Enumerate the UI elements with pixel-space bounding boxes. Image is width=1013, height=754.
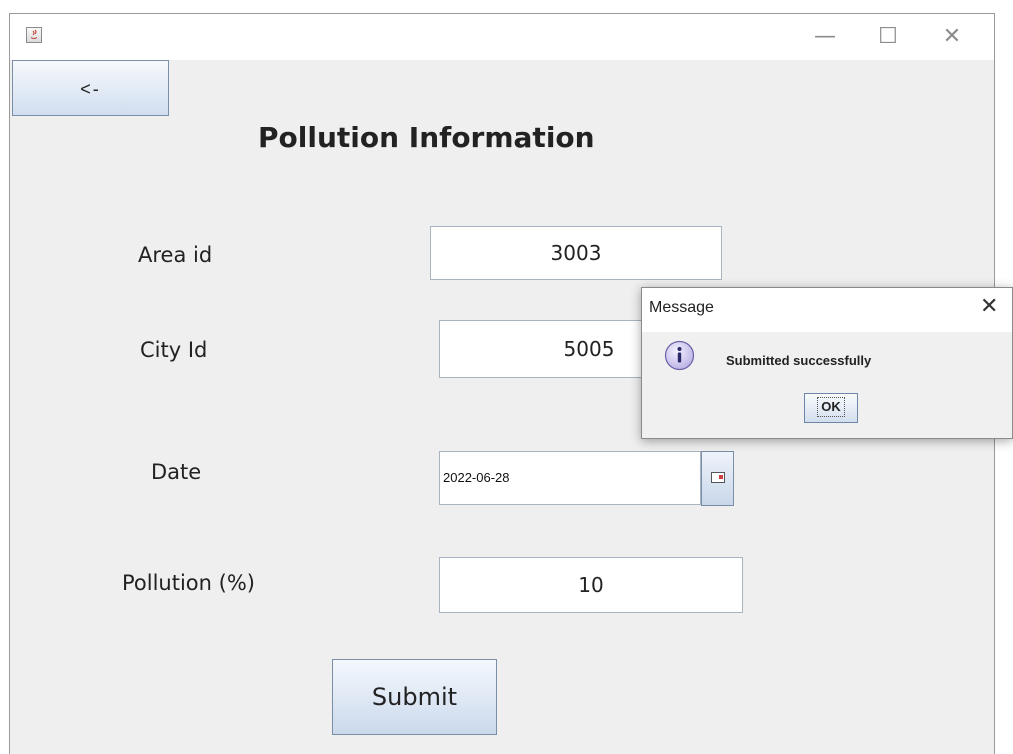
page-title: Pollution Information — [258, 121, 595, 154]
date-field[interactable]: 2022-06-28 — [439, 451, 701, 505]
area-id-label: Area id — [138, 243, 213, 267]
dialog-close-button[interactable]: ✕ — [980, 294, 998, 319]
dialog-title-bar: Message ✕ — [642, 288, 1012, 332]
dialog-title: Message — [649, 299, 714, 316]
submit-button[interactable]: Submit — [332, 659, 497, 735]
back-button[interactable]: <- — [12, 60, 169, 116]
dialog-message: Submitted successfully — [726, 353, 872, 368]
info-icon — [664, 340, 695, 371]
maximize-button[interactable]: ☐ — [868, 23, 908, 51]
close-button[interactable]: ✕ — [932, 23, 972, 51]
pollution-label: Pollution (%) — [122, 571, 255, 595]
pollution-field[interactable]: 10 — [439, 557, 743, 613]
date-label: Date — [151, 460, 202, 484]
minimize-button[interactable]: — — [805, 23, 845, 51]
message-dialog: Message ✕ Submitted successfully OK — [641, 287, 1013, 439]
java-icon — [26, 27, 42, 43]
calendar-button[interactable] — [701, 451, 734, 506]
city-id-label: City Id — [140, 338, 208, 362]
ok-button[interactable]: OK — [804, 393, 858, 423]
ok-button-label: OK — [817, 397, 845, 417]
area-id-field[interactable]: 3003 — [430, 226, 722, 280]
calendar-icon — [711, 472, 725, 483]
title-bar: — ☐ ✕ — [10, 13, 994, 60]
